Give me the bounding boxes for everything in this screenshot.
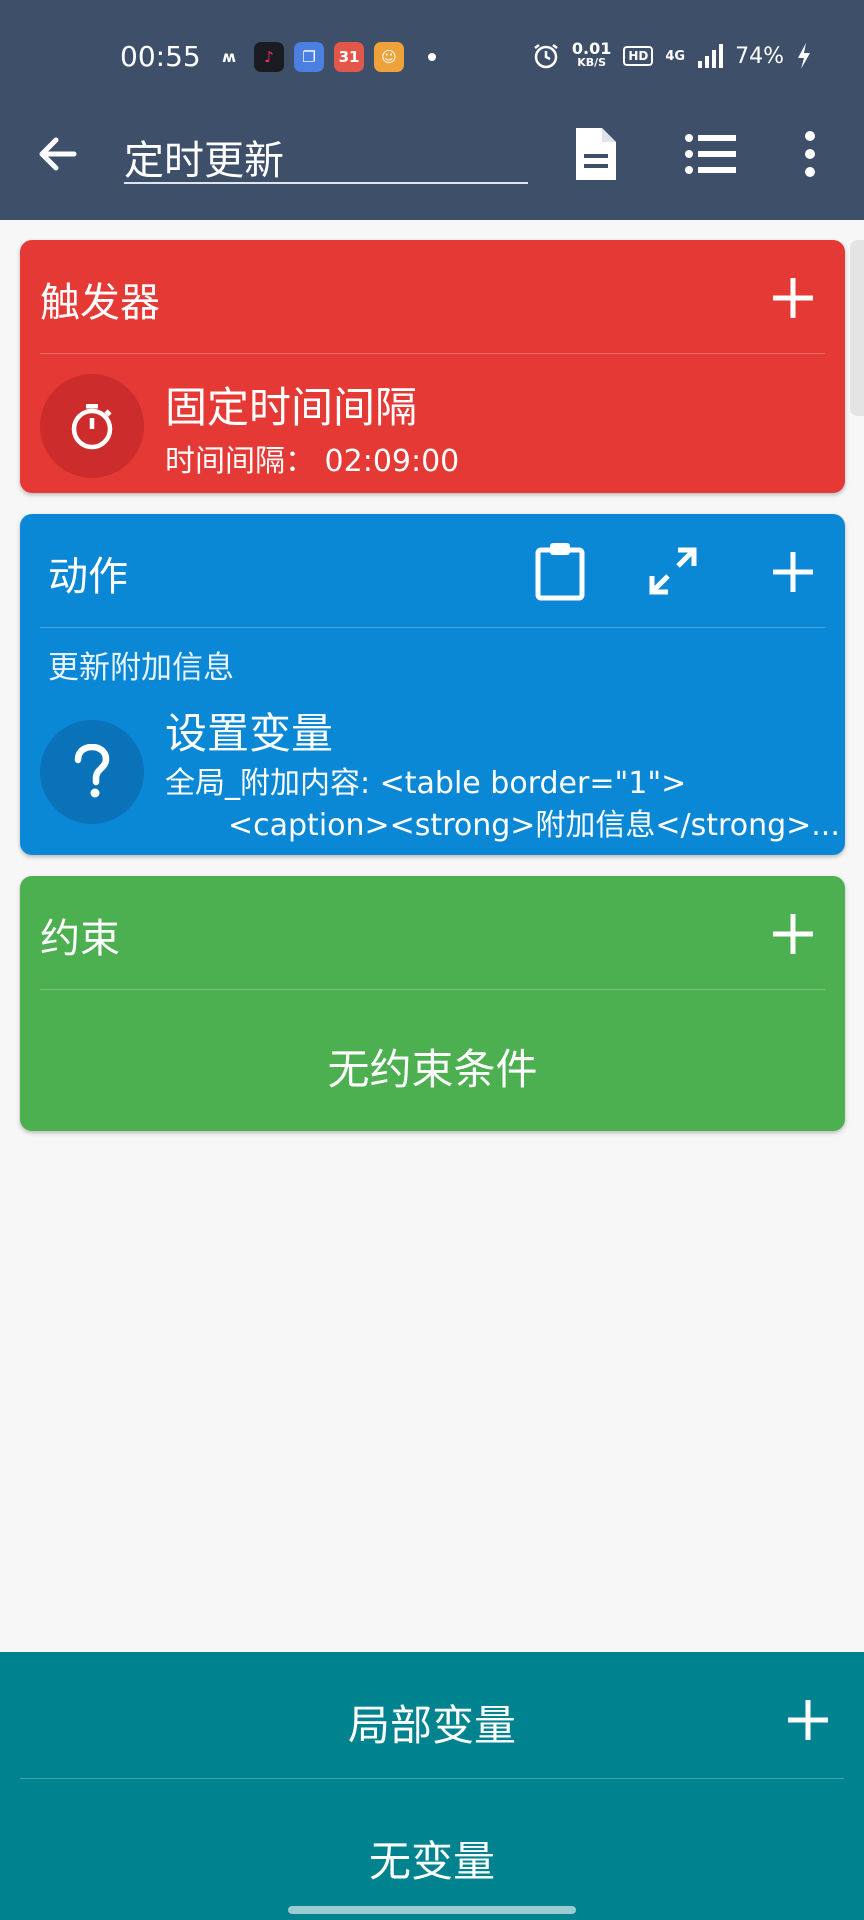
trigger-header: 触发器 [20,240,845,354]
hd-badge: HD [623,46,654,66]
no-variables-text: 无变量 [368,1837,495,1886]
alarm-icon [534,44,558,69]
constraint-title: 约束 [40,916,120,962]
trigger-item-detail: 时间间隔： 02:09:00 [165,444,460,479]
list-icon[interactable] [682,124,738,184]
trigger-item-icon-circle[interactable] [40,374,144,478]
action-divider [40,627,825,628]
constraint-header: 约束 [20,876,845,990]
notification-icons: ʍ ♪ ❐ 31 ☺ [214,42,436,72]
calendar-icon: 31 [334,42,364,72]
question-mark-icon [74,744,110,798]
add-trigger-plus-icon[interactable] [767,272,819,324]
document-icon[interactable] [568,124,624,184]
clipboard-icon[interactable] [532,540,588,602]
trigger-card: 触发器 固定时间间隔 时间间隔： 02:09:00 [20,240,845,493]
network-4g-label: 4G [665,48,686,64]
trigger-divider [40,353,825,354]
action-title: 动作 [48,554,128,600]
action-item-detail-line2: <caption><strong>附加信息</strong>... [228,808,840,843]
macro-name-input[interactable]: 定时更新 [124,124,528,184]
scroll-indicator [850,240,864,416]
constraint-divider [40,989,825,990]
action-card: 动作 更新附加信息 设置变量 全局_附加内容: <table border="1… [20,514,845,855]
home-indicator[interactable] [288,1906,576,1914]
action-item-icon-circle[interactable] [40,720,144,824]
stopwatch-icon [71,404,113,450]
local-variables-divider [20,1778,844,1779]
app-bar: 定时更新 [0,100,864,220]
network-speed: 0.01 KB/S [572,41,611,70]
network-speed-unit: KB/S [577,56,607,69]
action-header: 动作 [20,514,845,628]
constraint-card: 约束 无约束条件 [20,876,845,1131]
action-group-name: 更新附加信息 [48,650,234,686]
add-constraint-plus-icon[interactable] [767,908,819,960]
status-time: 00:55 [120,40,201,73]
trigger-item-name[interactable]: 固定时间间隔 [165,374,417,435]
action-item-name[interactable]: 设置变量 [165,700,333,761]
status-bar: 00:55 ʍ ♪ ❐ 31 ☺ 0.01 KB/S HD 4G 74% [0,0,864,100]
back-arrow-icon[interactable] [30,126,86,182]
cartoon-app-icon: ☺ [374,42,404,72]
tiktok-icon: ♪ [254,42,284,72]
charging-icon [798,43,810,69]
trigger-title: 触发器 [40,280,160,326]
more-vert-icon[interactable] [790,124,830,184]
multitask-app-icon: ❐ [294,42,324,72]
no-constraint-text: 无约束条件 [327,1045,538,1094]
battery-percent: 74% [735,43,784,69]
m-app-icon: ʍ [222,48,236,66]
add-action-plus-icon[interactable] [767,546,819,598]
expand-icon[interactable] [646,544,700,598]
more-notifications-dot-icon [428,53,436,61]
action-item-detail-line1: 全局_附加内容: <table border="1"> [165,766,687,801]
local-variables-title: 局部变量 [347,1701,516,1750]
add-variable-plus-icon[interactable] [782,1694,834,1746]
signal-icon [698,44,724,68]
local-variables-panel: 局部变量 无变量 [0,1652,864,1920]
status-indicators: 0.01 KB/S HD 4G 74% [532,41,812,70]
